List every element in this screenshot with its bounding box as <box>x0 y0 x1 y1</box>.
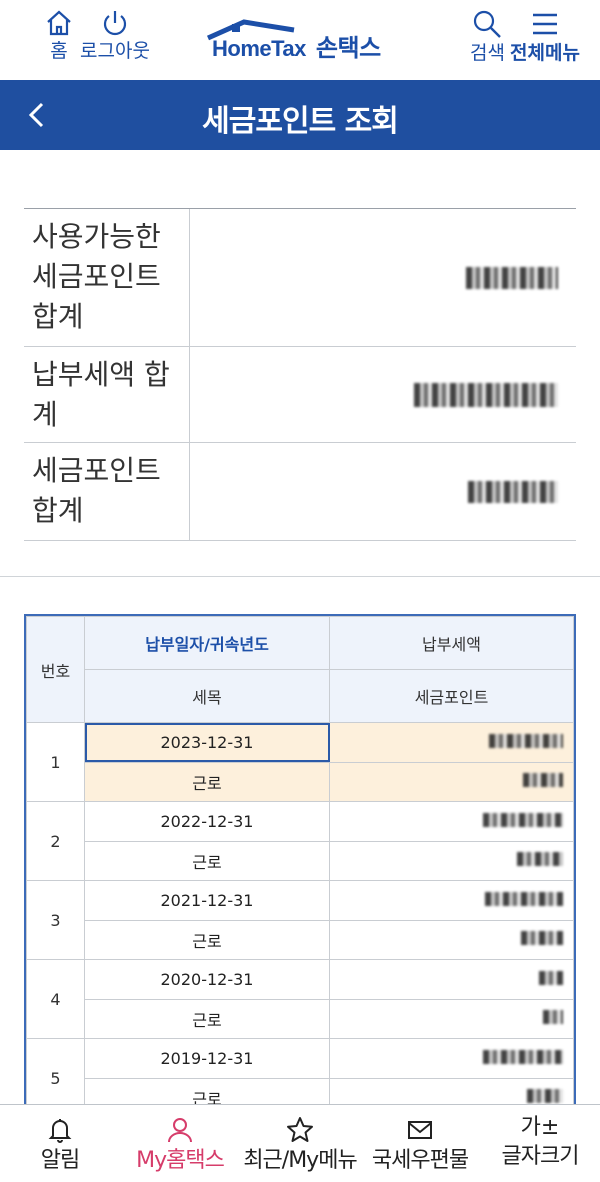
power-icon <box>103 11 126 36</box>
nav-item-font-size[interactable]: 가± 글자크기 <box>480 1105 600 1182</box>
table-row[interactable]: 근로 <box>27 919 574 960</box>
row-item: 근로 <box>84 840 330 881</box>
table-row[interactable]: 3 2021-12-31 <box>26 880 574 960</box>
section-divider <box>0 576 600 577</box>
mail-icon <box>408 1121 432 1139</box>
table-row[interactable]: 근로 <box>27 761 574 802</box>
row-amount-redacted <box>329 959 574 1000</box>
summary-row-available-points: 사용가능한 세금포인트 합계 <box>24 209 576 347</box>
nav-item-recent-my-menu[interactable]: 최근/My메뉴 <box>240 1105 360 1182</box>
row-amount-redacted <box>329 880 574 921</box>
table-row[interactable]: 2 2022-12-31 <box>26 801 574 881</box>
row-point-redacted <box>329 998 574 1039</box>
row-item: 근로 <box>84 919 330 960</box>
row-point-redacted <box>329 1077 574 1104</box>
star-icon <box>287 1117 313 1142</box>
home-icon <box>47 10 71 36</box>
row-point-redacted <box>329 840 574 881</box>
summary-row-tax-points: 세금포인트 합계 <box>24 443 576 541</box>
summary-label: 사용가능한 세금포인트 합계 <box>24 209 190 346</box>
nav-label: 국세우편물 <box>371 1148 469 1173</box>
bell-icon <box>48 1119 72 1143</box>
search-button[interactable]: 검색 <box>470 8 505 64</box>
nav-label: 최근/My메뉴 <box>243 1148 357 1173</box>
font-size-icon: 가± <box>520 1115 560 1140</box>
row-number: 1 <box>26 722 85 802</box>
nav-label: 알림 <box>40 1148 80 1173</box>
row-date[interactable]: 2023-12-31 <box>84 722 330 763</box>
summary-row-tax-paid: 납부세액 합계 <box>24 347 576 443</box>
nav-item-alerts[interactable]: 알림 <box>0 1105 120 1182</box>
nav-label: 글자크기 <box>501 1144 580 1169</box>
row-amount-redacted <box>329 1038 574 1079</box>
search-icon <box>474 10 502 38</box>
hometax-logo[interactable]: HomeTax 손택스 <box>204 18 404 62</box>
summary-value-redacted <box>190 209 576 346</box>
home-button[interactable]: 홈 <box>44 8 74 62</box>
row-point-redacted <box>329 919 574 960</box>
search-label: 검색 <box>470 42 505 64</box>
row-number: 3 <box>26 880 85 960</box>
row-item: 근로 <box>84 998 330 1039</box>
row-date[interactable]: 2021-12-31 <box>84 880 330 921</box>
table-row[interactable]: 근로 <box>27 1077 574 1104</box>
row-number: 5 <box>26 1038 85 1104</box>
nav-item-tax-mail[interactable]: 국세우편물 <box>360 1105 480 1182</box>
all-menu-button[interactable]: 전체메뉴 <box>510 8 580 64</box>
col-header-no: 번호 <box>26 616 85 723</box>
title-bar: 세금포인트 조회 <box>0 80 600 150</box>
table-row[interactable]: 근로 <box>27 840 574 881</box>
all-menu-label: 전체메뉴 <box>510 42 580 64</box>
row-amount-redacted <box>329 801 574 842</box>
row-date[interactable]: 2019-12-31 <box>84 1038 330 1079</box>
row-amount-redacted <box>329 722 574 763</box>
summary-label: 납부세액 합계 <box>24 347 190 442</box>
top-header: 홈 로그아웃 HomeTax 손택스 검색 전체메뉴 <box>0 0 600 80</box>
summary-value-redacted <box>190 347 576 442</box>
row-item: 근로 <box>84 1077 330 1104</box>
summary-value-redacted <box>190 443 576 540</box>
row-number: 4 <box>26 959 85 1039</box>
logout-label: 로그아웃 <box>80 40 150 62</box>
table-row[interactable]: 4 2020-12-31 <box>26 959 574 1039</box>
col-header-tax-item: 세목 <box>84 669 330 723</box>
row-date[interactable]: 2022-12-31 <box>84 801 330 842</box>
col-header-date-year[interactable]: 납부일자/귀속년도 <box>84 616 330 670</box>
page-title: 세금포인트 조회 <box>202 104 399 139</box>
hamburger-icon <box>532 13 557 35</box>
logo-text: HomeTax 손택스 <box>212 35 381 62</box>
row-number: 2 <box>26 801 85 881</box>
row-date[interactable]: 2020-12-31 <box>84 959 330 1000</box>
nav-label: My홈택스 <box>136 1148 225 1173</box>
row-item: 근로 <box>84 761 330 802</box>
tax-point-table: 번호 납부일자/귀속년도 납부세액 세목 세금포인트 1 2023-12-31 … <box>24 614 576 1104</box>
person-icon <box>168 1118 192 1143</box>
summary-table: 사용가능한 세금포인트 합계 납부세액 합계 세금포인트 합계 <box>24 208 576 541</box>
row-point-redacted <box>329 761 574 802</box>
logout-button[interactable]: 로그아웃 <box>80 8 150 62</box>
home-label: 홈 <box>50 40 68 62</box>
summary-label: 세금포인트 합계 <box>24 443 190 540</box>
col-header-tax-point: 세금포인트 <box>329 669 574 723</box>
bottom-nav: 알림 My홈택스 최근/My메뉴 국세우편물 가± 글자크기 <box>0 1104 600 1182</box>
col-header-tax-amount: 납부세액 <box>329 616 574 670</box>
nav-item-my-hometax[interactable]: My홈택스 <box>120 1105 240 1182</box>
table-row[interactable]: 근로 <box>27 998 574 1039</box>
table-row[interactable]: 5 2019-12-31 <box>26 1038 574 1104</box>
table-row[interactable]: 1 2023-12-31 <box>26 722 574 802</box>
